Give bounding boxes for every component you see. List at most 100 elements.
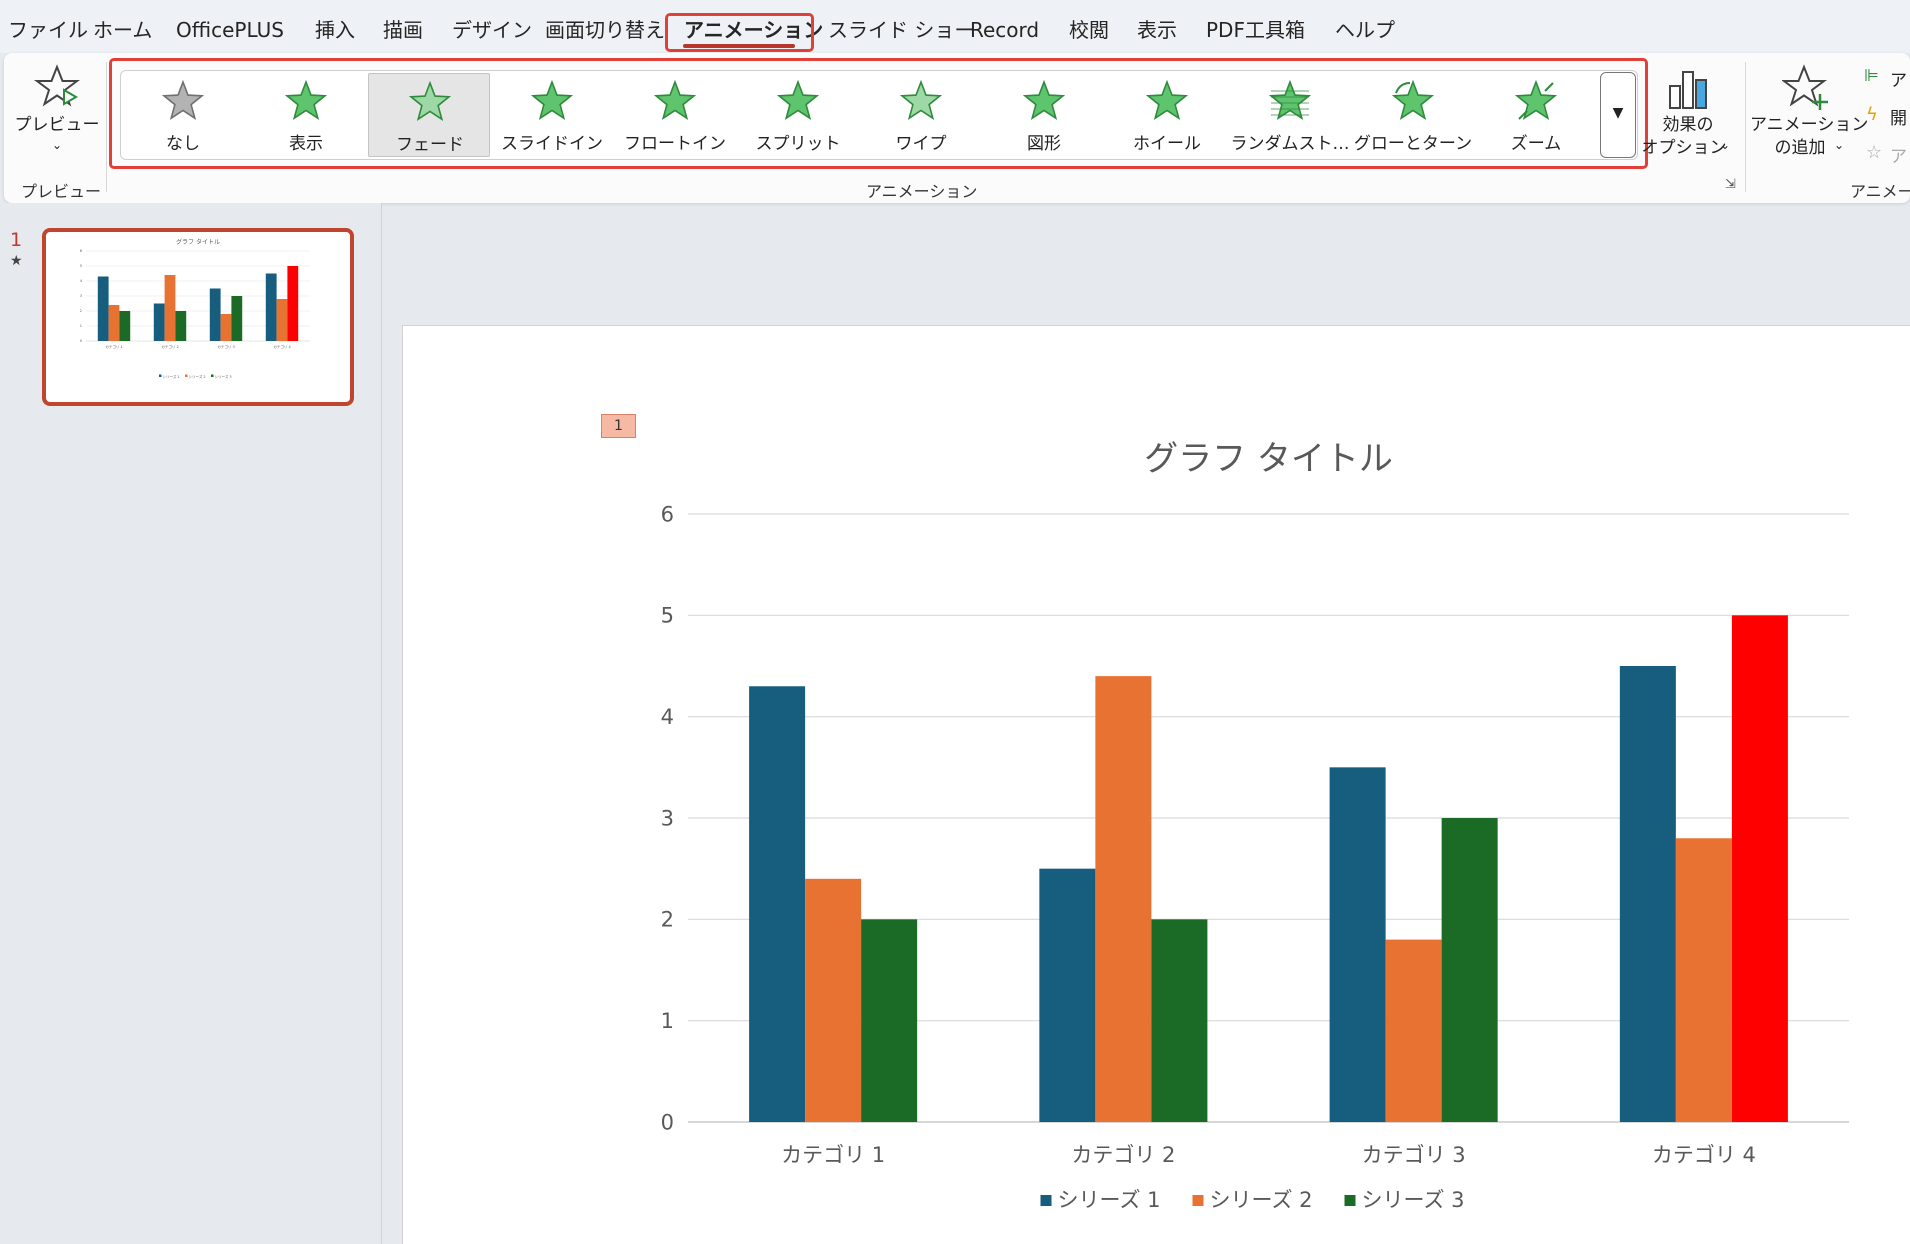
y-tick-label: 0	[661, 1110, 674, 1134]
animation-pane-label: ア	[1890, 71, 1907, 91]
tab-record[interactable]: Record	[970, 17, 1039, 43]
bar[interactable]	[119, 311, 131, 341]
animation-painter-button[interactable]: ☆ ア	[1866, 142, 1910, 167]
group-label-animation: アニメーション	[866, 182, 978, 201]
slide-thumbnail[interactable]: グラフ タイトル 0 1 2 3 4 5 6 カテゴリ 1 カテゴリ 2 カテゴリ 3 カテゴリ 4 シ…	[42, 228, 354, 406]
effect-options-button[interactable]: 効果の オプション ⌄	[1642, 62, 1730, 162]
legend-item: シリーズ 2	[189, 374, 206, 379]
bar[interactable]	[97, 276, 109, 342]
slide-canvas[interactable]: グラフ タイトル 0 1 2 3 4 5 6 カテゴリ 1 カテゴリ 2 カテゴリ 3 カテゴリ 4 シ…	[402, 325, 1910, 1244]
y-tick-label: 4	[661, 705, 674, 729]
y-tick-label: 5	[80, 264, 82, 268]
animation-order-tag[interactable]: 1	[601, 414, 636, 438]
x-tick-label: カテゴリ 1	[781, 1143, 885, 1167]
bar[interactable]	[1095, 676, 1152, 1122]
y-tick-label: 1	[661, 1009, 674, 1033]
tab-slideshow[interactable]: スライド ショー	[828, 17, 974, 43]
add-animation-label-2: の追加	[1774, 138, 1826, 158]
tab-home[interactable]: ホーム	[93, 17, 152, 43]
animation-painter-label: ア	[1890, 147, 1907, 167]
bar[interactable]	[153, 303, 165, 342]
legend-swatch	[1192, 1195, 1204, 1206]
tab-transitions[interactable]: 画面切り替え	[545, 17, 665, 43]
bar[interactable]	[1675, 838, 1732, 1122]
bar[interactable]	[231, 296, 243, 341]
legend-swatch	[185, 374, 188, 377]
tab-view[interactable]: 表示	[1137, 17, 1177, 43]
y-tick-label: 2	[80, 309, 82, 313]
legend-swatch	[1344, 1195, 1356, 1206]
bar[interactable]	[265, 273, 277, 342]
legend-item: シリーズ 2	[1210, 1188, 1313, 1212]
preview-label: プレビュー	[14, 115, 100, 135]
tab-design[interactable]: デザイン	[452, 17, 532, 43]
y-tick-label: 1	[80, 324, 82, 328]
tab-help[interactable]: ヘルプ	[1335, 17, 1395, 43]
ribbon-separator	[1745, 62, 1746, 192]
add-animation-button[interactable]: アニメーション の追加 ⌄	[1750, 62, 1868, 162]
tab-pdf-tools[interactable]: PDF工具箱	[1206, 17, 1305, 43]
bar[interactable]	[108, 305, 120, 341]
legend-item: シリーズ 3	[215, 374, 232, 379]
chart-title: グラフ タイトル	[1144, 439, 1393, 479]
chart[interactable]: グラフ タイトル 0 1 2 3 4 5 6 カテゴリ 1 カテゴリ 2 カテゴリ 3 カテゴリ 4 シ…	[403, 326, 1910, 1244]
thumbnail-chart: グラフ タイトル 0 1 2 3 4 5 6 カテゴリ 1 カテゴリ 2 カテゴリ 3 カテゴリ 4 シ…	[80, 238, 310, 379]
y-tick-label: 0	[80, 339, 82, 343]
effect-options-label-1: 効果の	[1662, 115, 1714, 135]
y-tick-label: 5	[661, 604, 674, 628]
legend-item: シリーズ 1	[163, 374, 180, 379]
bar[interactable]	[1151, 919, 1208, 1122]
star-brush-icon: ☆	[1866, 142, 1883, 163]
x-tick-label: カテゴリ 1	[105, 344, 122, 349]
group-label-preview: プレビュー	[21, 182, 102, 201]
effect-options-icon	[1669, 71, 1707, 109]
bar[interactable]	[164, 275, 176, 341]
bar[interactable]	[1385, 939, 1442, 1122]
ribbon-tab-bar: ファイル ホーム OfficePLUS 挿入 描画 デザイン 画面切り替え アニ…	[0, 0, 1910, 53]
y-tick-label: 4	[80, 279, 83, 283]
gallery-highlight-frame	[109, 58, 1648, 169]
y-tick-label: 2	[661, 908, 674, 932]
y-tick-label: 6	[661, 502, 674, 526]
bar[interactable]	[1619, 666, 1676, 1122]
bar[interactable]	[220, 314, 232, 341]
bar[interactable]	[749, 686, 806, 1122]
trigger-button[interactable]: ϟ 開	[1866, 104, 1910, 129]
preview-star-icon	[34, 64, 80, 107]
bar[interactable]	[861, 919, 918, 1122]
tab-file[interactable]: ファイル	[8, 17, 88, 43]
y-tick-label: 3	[80, 294, 82, 298]
tab-officeplus[interactable]: OfficePLUS	[176, 17, 284, 43]
preview-dropdown-icon[interactable]: ⌄	[14, 138, 100, 152]
bar[interactable]	[1039, 868, 1096, 1122]
dialog-launcher-icon[interactable]: ⇲	[1725, 177, 1736, 192]
legend-item: シリーズ 1	[1058, 1188, 1161, 1212]
tab-draw[interactable]: 描画	[383, 17, 423, 43]
bar[interactable]	[1441, 818, 1498, 1122]
tab-insert[interactable]: 挿入	[315, 17, 355, 43]
bar[interactable]	[175, 311, 187, 341]
bar[interactable]	[1731, 615, 1788, 1122]
bar[interactable]	[805, 878, 862, 1122]
bar[interactable]	[209, 288, 221, 342]
active-tab-underline	[683, 44, 795, 48]
effect-options-label-2: オプション	[1641, 138, 1727, 158]
chart-title: グラフ タイトル	[176, 238, 220, 246]
x-tick-label: カテゴリ 2	[161, 344, 178, 349]
bar[interactable]	[287, 266, 299, 341]
x-tick-label: カテゴリ 2	[1071, 1143, 1175, 1167]
x-tick-label: カテゴリ 3	[1362, 1143, 1466, 1167]
chevron-down-icon: ⌄	[1834, 138, 1845, 152]
bar[interactable]	[1329, 767, 1386, 1122]
x-tick-label: カテゴリ 3	[217, 344, 234, 349]
animation-marker-icon: ★	[10, 253, 23, 269]
animation-pane-button[interactable]: ⊫ ア	[1864, 66, 1910, 91]
preview-button[interactable]: プレビュー ⌄	[14, 62, 100, 162]
add-animation-icon	[1782, 64, 1828, 110]
legend-item: シリーズ 3	[1362, 1188, 1465, 1212]
legend-swatch	[159, 374, 162, 377]
slide-number: 1	[10, 229, 23, 251]
bar[interactable]	[276, 299, 288, 341]
tab-review[interactable]: 校閲	[1069, 17, 1109, 43]
x-tick-label: カテゴリ 4	[273, 344, 291, 349]
